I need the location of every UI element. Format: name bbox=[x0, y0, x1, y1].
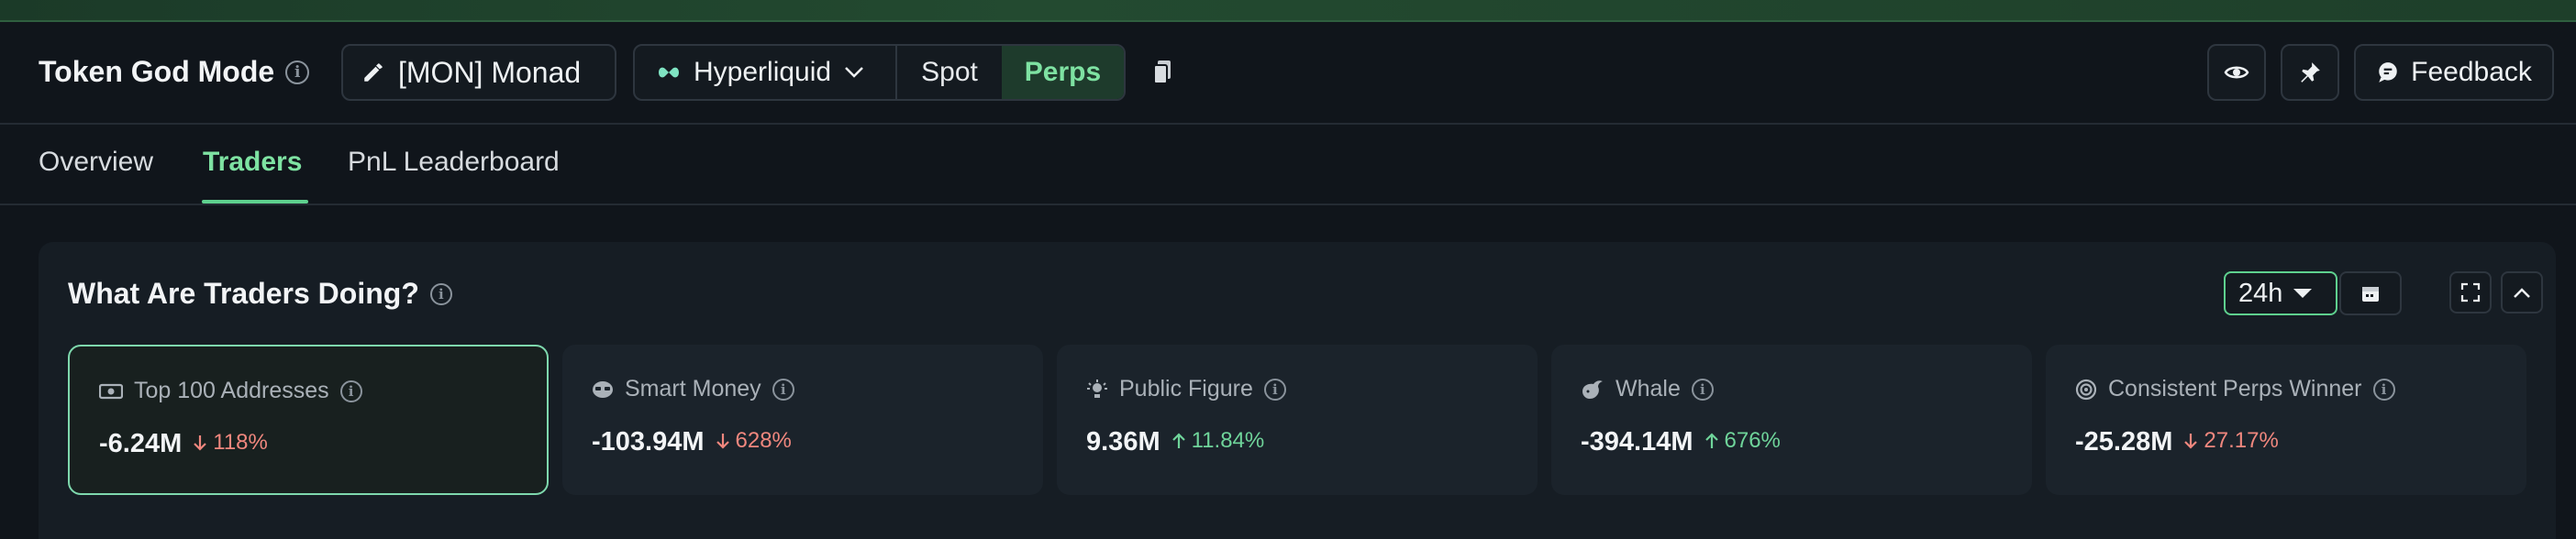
segment-perps[interactable]: Perps bbox=[1002, 46, 1124, 99]
chat-bubble-icon bbox=[2376, 60, 2400, 84]
brain-icon bbox=[592, 380, 614, 400]
info-icon[interactable]: i bbox=[285, 60, 310, 84]
page-header: Token God Mode i [MON] Monad Hyperliquid… bbox=[0, 22, 2576, 125]
pin-icon bbox=[2298, 60, 2322, 84]
card-change: 676% bbox=[1704, 428, 1781, 454]
time-range-value: 24h bbox=[2238, 278, 2283, 308]
token-label: [MON] Monad bbox=[398, 55, 582, 89]
info-icon[interactable]: i bbox=[429, 282, 452, 305]
feedback-label: Feedback bbox=[2411, 57, 2532, 87]
card-label-group: Smart Money i bbox=[592, 376, 794, 402]
card-change: 118% bbox=[193, 430, 268, 456]
card-change-value: 628% bbox=[735, 428, 792, 453]
info-icon[interactable]: i bbox=[1691, 378, 1714, 401]
tab-traders[interactable]: Traders bbox=[203, 147, 302, 178]
info-icon[interactable]: i bbox=[2372, 378, 2395, 401]
card-label: Consistent Perps Winner bbox=[2108, 376, 2362, 402]
card-smart-money[interactable]: Smart Money i -103.94M 628% bbox=[562, 345, 1043, 495]
trader-cards: Top 100 Addresses i -6.24M 118% Smart Mo… bbox=[68, 345, 2526, 495]
arrow-up-icon bbox=[1704, 432, 1719, 450]
card-label-group: Whale i bbox=[1581, 376, 1714, 402]
card-whale[interactable]: Whale i -394.14M 676% bbox=[1551, 345, 2032, 495]
hyperliquid-logo-icon bbox=[657, 64, 681, 81]
arrow-down-icon bbox=[716, 432, 730, 450]
pin-button[interactable] bbox=[2281, 44, 2339, 101]
time-range-select[interactable]: 24h bbox=[2224, 271, 2337, 315]
card-public-figure[interactable]: Public Figure i 9.36M 11.84% bbox=[1057, 345, 1538, 495]
card-label-group: Consistent Perps Winner i bbox=[2075, 376, 2395, 402]
card-label-group: Public Figure i bbox=[1086, 376, 1286, 402]
card-value-group: -25.28M 27.17% bbox=[2075, 427, 2279, 457]
watch-button[interactable] bbox=[2207, 44, 2266, 101]
card-value: -103.94M bbox=[592, 427, 705, 456]
card-value-group: -394.14M 676% bbox=[1581, 427, 1781, 457]
exchange-dropdown[interactable]: Hyperliquid bbox=[635, 46, 897, 99]
card-value-group: -103.94M 628% bbox=[592, 427, 792, 457]
exchange-label: Hyperliquid bbox=[694, 57, 832, 87]
eye-icon bbox=[2224, 63, 2249, 82]
pencil-icon bbox=[361, 60, 385, 84]
calendar-button[interactable] bbox=[2339, 271, 2402, 315]
traders-panel: What Are Traders Doing? i 24h Top 100 Ad… bbox=[39, 242, 2556, 539]
caret-down-icon bbox=[2293, 289, 2313, 298]
card-change: 27.17% bbox=[2183, 428, 2279, 454]
card-value: -6.24M bbox=[99, 429, 183, 458]
copy-icon[interactable] bbox=[1150, 59, 1176, 86]
collapse-button[interactable] bbox=[2501, 271, 2543, 314]
info-icon[interactable]: i bbox=[339, 380, 362, 402]
panel-title: What Are Traders Doing? bbox=[68, 277, 419, 310]
token-selector-button[interactable]: [MON] Monad bbox=[341, 44, 616, 101]
card-consistent-perps-winner[interactable]: Consistent Perps Winner i -25.28M 27.17% bbox=[2046, 345, 2526, 495]
card-change: 628% bbox=[716, 428, 792, 454]
fullscreen-button[interactable] bbox=[2449, 271, 2492, 314]
card-value-group: -6.24M 118% bbox=[99, 429, 268, 459]
card-label: Top 100 Addresses bbox=[134, 378, 329, 403]
chevron-down-icon bbox=[844, 66, 864, 79]
card-value: -394.14M bbox=[1581, 427, 1693, 456]
card-value: -25.28M bbox=[2075, 427, 2173, 456]
card-top-100-addresses[interactable]: Top 100 Addresses i -6.24M 118% bbox=[68, 345, 549, 495]
tab-bar: Overview Traders PnL Leaderboard bbox=[0, 125, 2576, 205]
card-change-value: 676% bbox=[1724, 428, 1781, 453]
card-value-group: 9.36M 11.84% bbox=[1086, 427, 1264, 457]
card-label: Whale bbox=[1616, 376, 1681, 402]
card-change-value: 118% bbox=[213, 430, 268, 455]
whale-icon bbox=[1581, 379, 1604, 401]
tab-overview[interactable]: Overview bbox=[39, 147, 153, 178]
spotlight-icon bbox=[1086, 379, 1108, 401]
arrow-down-icon bbox=[193, 434, 207, 452]
top-banner-strip bbox=[0, 0, 2576, 22]
panel-title-group: What Are Traders Doing? i bbox=[68, 277, 452, 311]
chevron-up-icon bbox=[2513, 286, 2531, 299]
arrow-up-icon bbox=[1171, 432, 1186, 450]
target-icon bbox=[2075, 379, 2097, 401]
card-change-value: 27.17% bbox=[2204, 428, 2279, 453]
arrow-down-icon bbox=[2183, 432, 2198, 450]
card-change-value: 11.84% bbox=[1191, 428, 1265, 453]
segment-spot[interactable]: Spot bbox=[897, 46, 1002, 99]
feedback-button[interactable]: Feedback bbox=[2354, 44, 2554, 101]
tab-pnl-leaderboard[interactable]: PnL Leaderboard bbox=[348, 147, 560, 178]
page-title: Token God Mode bbox=[39, 55, 275, 88]
cash-icon bbox=[99, 382, 123, 401]
card-label-group: Top 100 Addresses i bbox=[99, 378, 362, 404]
card-value: 9.36M bbox=[1086, 427, 1160, 456]
card-label: Public Figure bbox=[1119, 376, 1253, 402]
active-tab-indicator bbox=[202, 200, 308, 204]
info-icon[interactable]: i bbox=[1263, 378, 1286, 401]
page-title-group: Token God Mode i bbox=[39, 55, 310, 89]
exchange-segment-group: Hyperliquid Spot Perps bbox=[633, 44, 1126, 101]
calendar-icon bbox=[2360, 283, 2381, 303]
card-label: Smart Money bbox=[625, 376, 761, 402]
card-change: 11.84% bbox=[1171, 428, 1265, 454]
info-icon[interactable]: i bbox=[772, 378, 794, 401]
expand-icon bbox=[2460, 282, 2481, 302]
